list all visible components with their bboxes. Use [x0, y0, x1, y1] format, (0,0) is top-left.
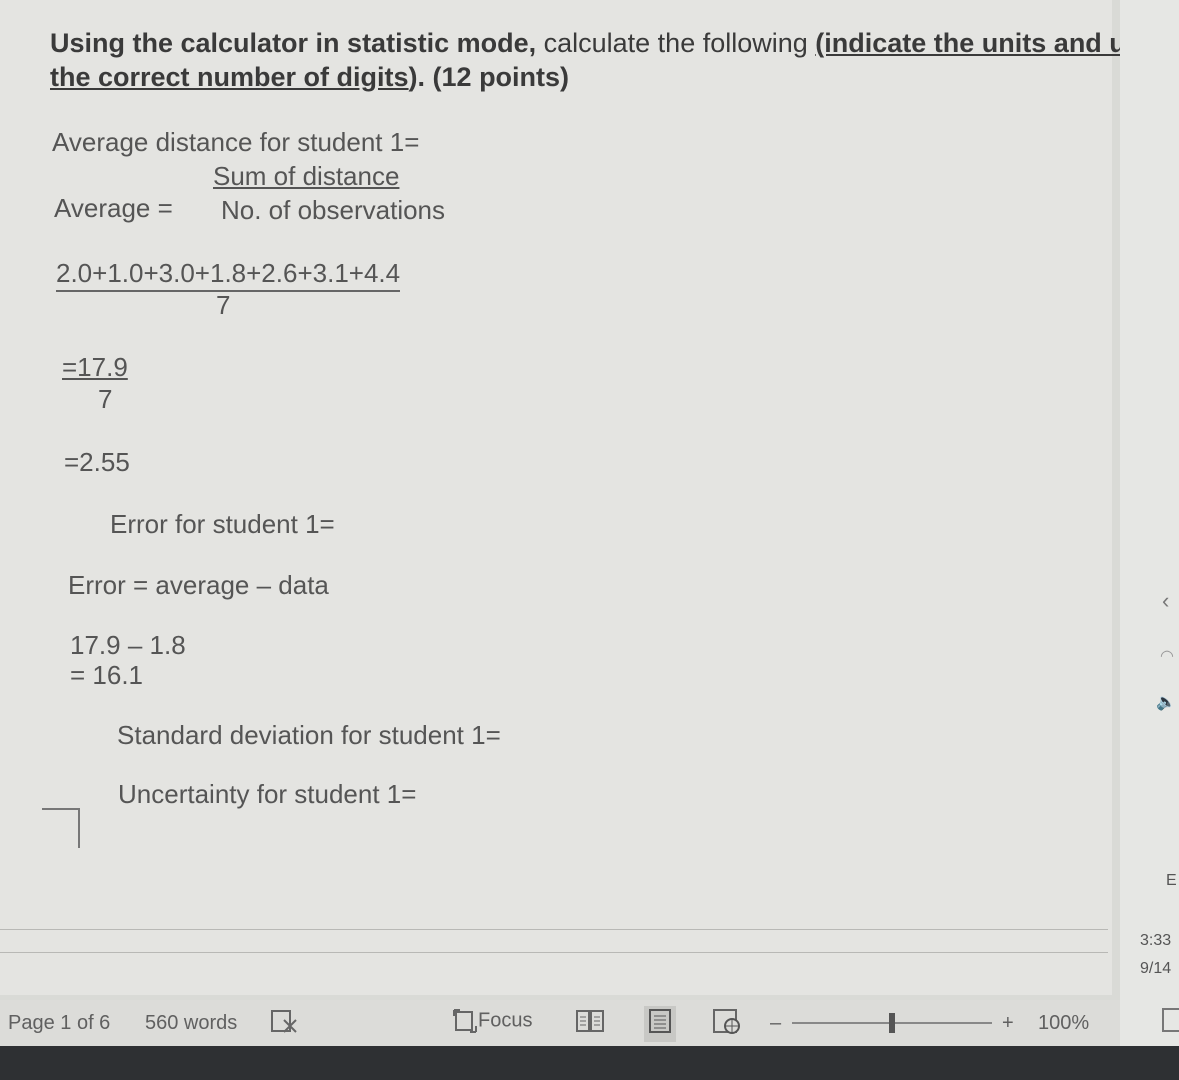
- zoom-out-button[interactable]: –: [770, 1012, 781, 1035]
- average-denominator: No. of observations: [221, 195, 446, 225]
- language-indicator[interactable]: E: [1166, 872, 1177, 890]
- question-heading-line1: Using the calculator in statistic mode, …: [50, 28, 1156, 59]
- web-layout-icon[interactable]: [712, 1008, 742, 1040]
- taskbar-side-panel: ‹ ◠ 🔈 E 3:33 9/14: [1120, 0, 1179, 1046]
- text-boundary-marker: [42, 808, 80, 848]
- focus-mode-button[interactable]: Focus: [452, 1008, 532, 1034]
- wifi-icon[interactable]: ◠: [1160, 646, 1174, 666]
- uncertainty-title: Uncertainty for student 1=: [118, 779, 417, 809]
- sum-divisor: 7: [216, 290, 231, 320]
- read-mode-icon[interactable]: [576, 1008, 604, 1040]
- zoom-slider-thumb[interactable]: [889, 1013, 895, 1033]
- zoom-in-button[interactable]: +: [1002, 1012, 1014, 1035]
- result-divisor: 7: [98, 384, 113, 414]
- heading-part1: Using the calculator in statistic mode,: [50, 28, 537, 58]
- stddev-title: Standard deviation for student 1=: [117, 720, 501, 750]
- error-title: Error for student 1=: [110, 509, 335, 539]
- heading-part3: (indicate the units and use: [815, 28, 1156, 58]
- error-calc-line2: = 16.1: [70, 660, 144, 690]
- page-count[interactable]: Page 1 of 6: [8, 1012, 110, 1035]
- clock-date[interactable]: 9/14: [1140, 960, 1171, 978]
- print-layout-icon[interactable]: [644, 1006, 676, 1042]
- word-status-bar: Page 1 of 6 560 words Focus – + 100%: [0, 1000, 1120, 1046]
- error-formula: Error = average – data: [68, 570, 329, 600]
- page-divider-bottom: [0, 952, 1108, 953]
- word-count[interactable]: 560 words: [145, 1012, 237, 1035]
- sum-expression: 2.0+1.0+3.0+1.8+2.6+3.1+4.4: [56, 258, 401, 292]
- average-label: Average =: [54, 193, 173, 223]
- clock-time[interactable]: 3:33: [1140, 932, 1171, 950]
- zoom-level[interactable]: 100%: [1038, 1012, 1089, 1035]
- heading-part2: calculate the following: [536, 28, 816, 58]
- focus-icon: [453, 1009, 477, 1033]
- proofing-icon[interactable]: [270, 1008, 300, 1040]
- heading-line2-underlined: the correct number of digits: [50, 62, 409, 92]
- monitor-bezel: [0, 1046, 1179, 1080]
- average-title: Average distance for student 1=: [52, 127, 420, 157]
- notification-icon[interactable]: [1162, 1008, 1179, 1032]
- heading-line2-rest: ). (12 points): [408, 62, 570, 92]
- document-page: Using the calculator in statistic mode, …: [0, 0, 1156, 995]
- page-divider-top: [0, 929, 1108, 930]
- chevron-left-icon[interactable]: ‹: [1162, 588, 1169, 614]
- result-value: =2.55: [64, 447, 130, 477]
- result-numerator: =17.9: [62, 352, 128, 382]
- focus-label: Focus: [478, 1009, 533, 1032]
- speaker-icon[interactable]: 🔈: [1156, 692, 1176, 712]
- error-calc-line1: 17.9 – 1.8: [70, 630, 186, 660]
- question-heading-line2: the correct number of digits). (12 point…: [50, 62, 569, 93]
- average-numerator: Sum of distance: [213, 161, 400, 191]
